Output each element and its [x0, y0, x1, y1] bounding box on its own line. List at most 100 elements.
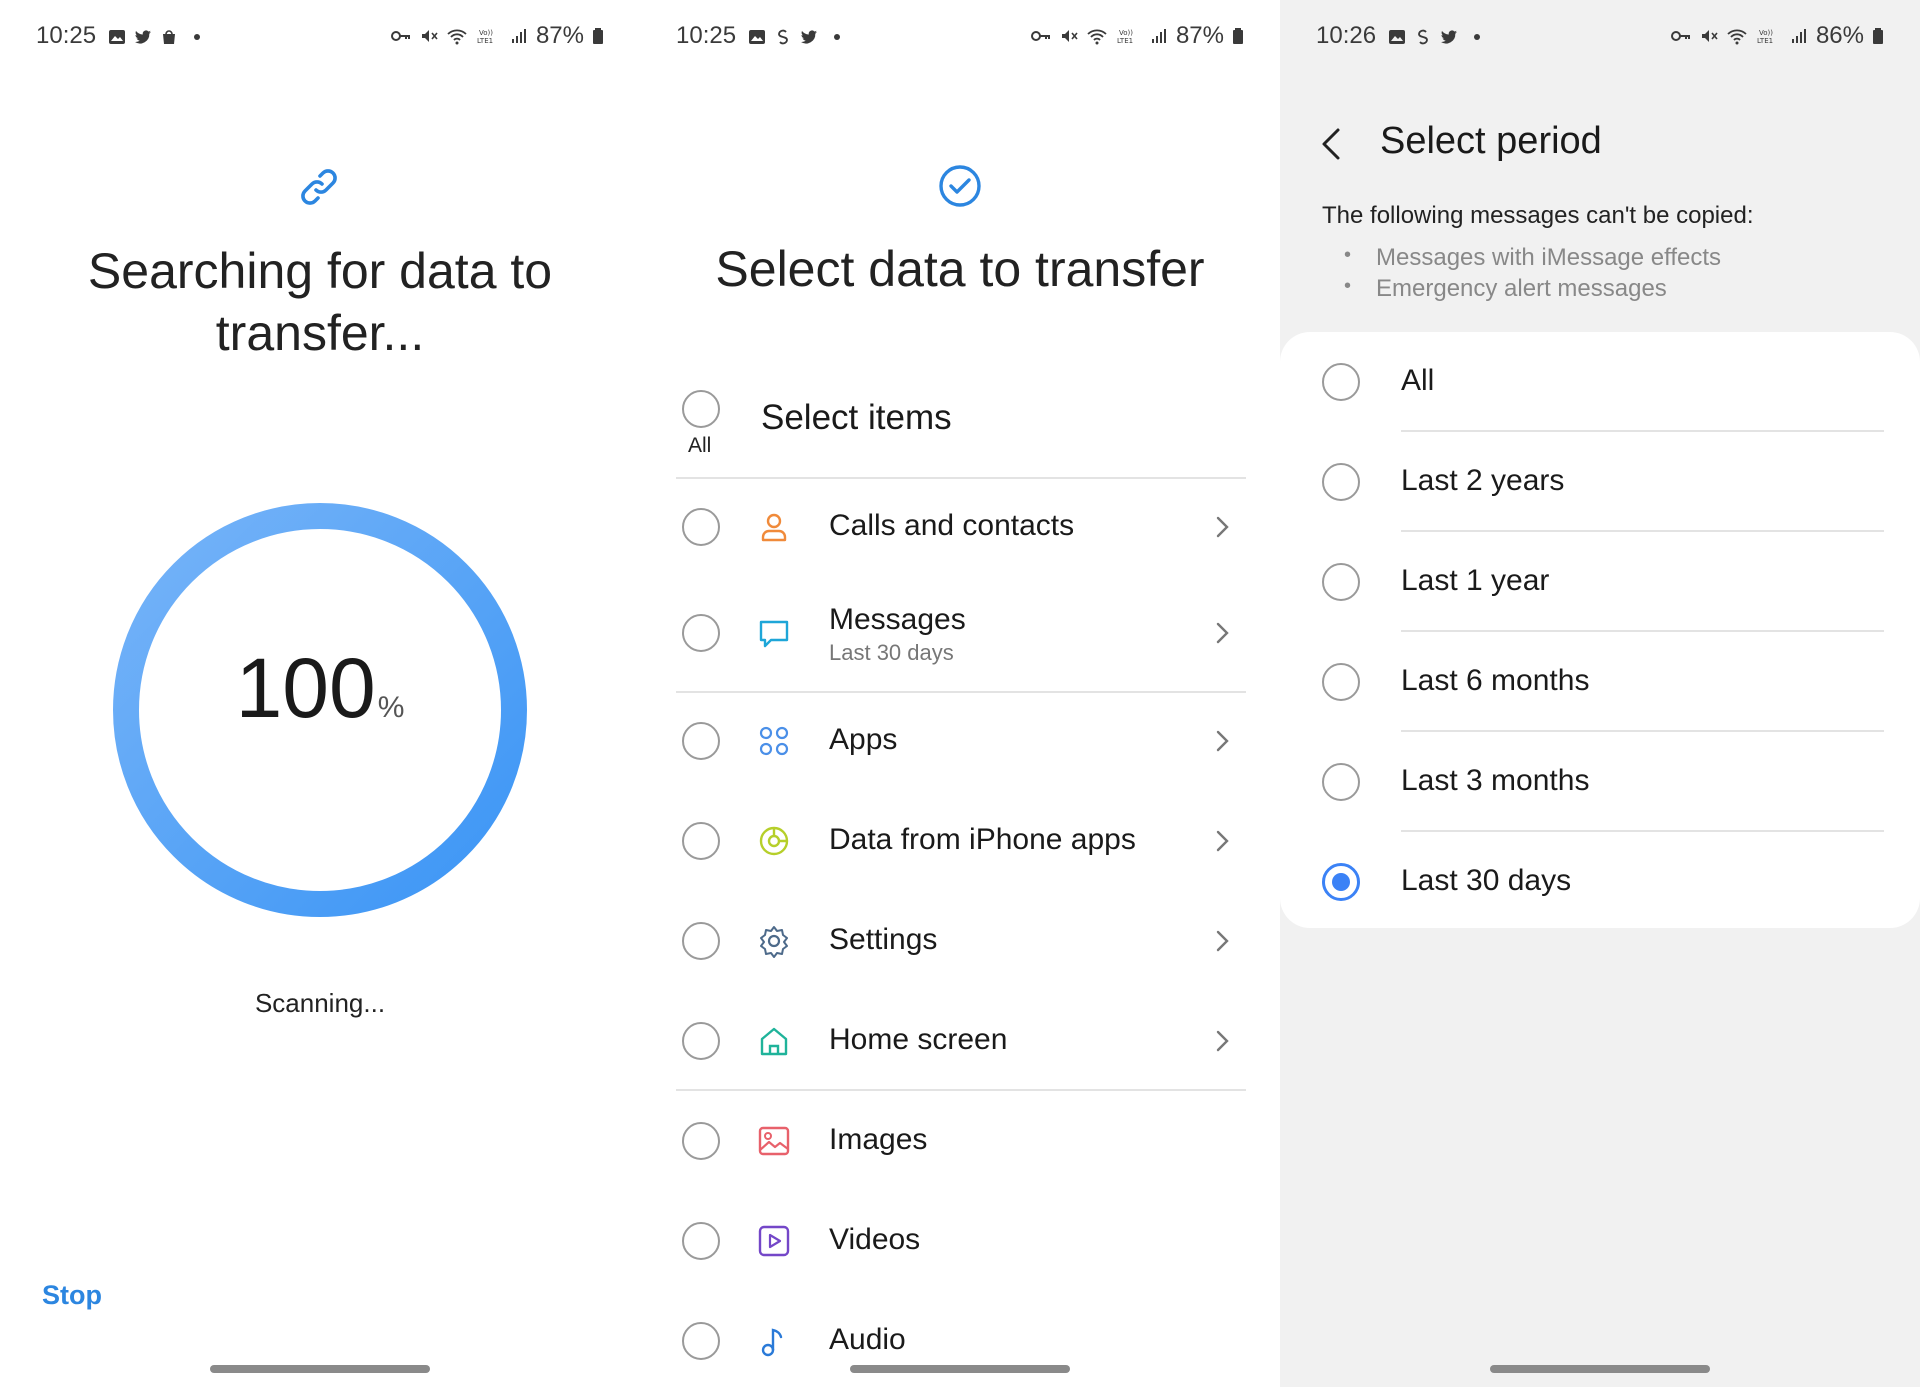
- page-title: Select data to transfer: [715, 241, 1205, 297]
- message-icon: [759, 620, 789, 648]
- notification-dot: [1474, 34, 1480, 40]
- period-radio[interactable]: [1322, 363, 1360, 401]
- item-radio[interactable]: [682, 508, 720, 546]
- notification-dot: [194, 34, 200, 40]
- period-option-last-2-years[interactable]: Last 2 years: [1280, 432, 1920, 532]
- select-data-screen: 10:25 Vo)) LTE1 87% Select data to transf…: [640, 0, 1280, 1387]
- item-radio[interactable]: [682, 922, 720, 960]
- home-indicator[interactable]: [210, 1365, 430, 1373]
- mute-icon: [1701, 30, 1718, 42]
- item-label: Data from iPhone apps: [829, 823, 1136, 856]
- progress-percentage: 100%: [113, 640, 527, 737]
- list-item-images[interactable]: Images: [640, 1101, 1280, 1181]
- divider: [676, 691, 1246, 693]
- link-icon: [301, 169, 337, 205]
- vpn-key-icon: [390, 31, 410, 41]
- list-item-messages[interactable]: Messages Last 30 days: [640, 593, 1280, 693]
- period-label: Last 30 days: [1401, 864, 1572, 897]
- progress-unit: %: [377, 691, 405, 724]
- period-label: All: [1401, 364, 1435, 397]
- list-item-calls-and-contacts[interactable]: Calls and contacts: [640, 487, 1280, 567]
- divider: [676, 1089, 1246, 1091]
- chevron-right-icon[interactable]: [1210, 1027, 1234, 1055]
- period-options-card: All Last 2 years Last 1 year Last 6 mont…: [1280, 332, 1920, 928]
- home-indicator[interactable]: [1490, 1365, 1710, 1373]
- restriction-item: Emergency alert messages: [1342, 275, 1721, 306]
- smart-switch-icon: [1418, 29, 1428, 45]
- gear-icon: [760, 926, 788, 958]
- period-option-all[interactable]: All: [1280, 332, 1920, 432]
- back-arrow-icon[interactable]: [1316, 124, 1346, 164]
- mute-icon: [1061, 30, 1078, 42]
- searching-screen: 10:25 Vo)) LTE1 87% Searching for data to…: [0, 0, 640, 1387]
- item-sublabel: Last 30 days: [829, 640, 954, 665]
- period-radio[interactable]: [1322, 763, 1360, 801]
- chevron-right-icon[interactable]: [1210, 619, 1234, 647]
- item-label: Messages: [829, 603, 966, 636]
- list-item-data-from-iphone-apps[interactable]: Data from iPhone apps: [640, 801, 1280, 881]
- restriction-list: Messages with iMessage effects Emergency…: [1342, 244, 1721, 306]
- battery-level: 86%: [1815, 22, 1864, 49]
- item-radio[interactable]: [682, 1122, 720, 1160]
- period-label: Last 3 months: [1401, 764, 1590, 797]
- select-all-radio[interactable]: [682, 390, 720, 428]
- chevron-right-icon[interactable]: [1210, 827, 1234, 855]
- twitter-icon: [801, 30, 817, 44]
- mute-icon: [421, 30, 438, 42]
- item-label: Apps: [829, 723, 898, 756]
- period-option-last-3-months[interactable]: Last 3 months: [1280, 732, 1920, 832]
- battery-level: 87%: [535, 22, 584, 49]
- status-bar: 10:26 Vo)) LTE1 86%: [1280, 22, 1920, 54]
- item-radio[interactable]: [682, 1322, 720, 1360]
- period-radio-selected[interactable]: [1322, 863, 1360, 901]
- list-item-videos[interactable]: Videos: [640, 1201, 1280, 1281]
- period-label: Last 6 months: [1401, 664, 1590, 697]
- svg-text:Vo)): Vo)): [479, 29, 493, 37]
- chevron-right-icon[interactable]: [1210, 927, 1234, 955]
- item-label: Home screen: [829, 1023, 1008, 1056]
- scanning-status: Scanning...: [254, 988, 386, 1018]
- list-item-apps[interactable]: Apps: [640, 701, 1280, 781]
- chevron-right-icon[interactable]: [1210, 727, 1234, 755]
- period-option-last-6-months[interactable]: Last 6 months: [1280, 632, 1920, 732]
- gallery-icon: [1389, 30, 1405, 44]
- item-label: Images: [829, 1123, 928, 1156]
- video-icon: [758, 1225, 790, 1257]
- wifi-icon: [447, 29, 467, 45]
- status-bar: 10:25 Vo)) LTE1 87%: [640, 22, 1280, 54]
- svg-text:Vo)): Vo)): [1119, 29, 1133, 37]
- wifi-icon: [1727, 29, 1747, 45]
- item-radio[interactable]: [682, 822, 720, 860]
- shopping-bag-icon: [163, 30, 175, 44]
- svg-text:LTE1: LTE1: [1117, 37, 1133, 45]
- item-label: Calls and contacts: [829, 509, 1075, 542]
- period-option-last-1-year[interactable]: Last 1 year: [1280, 532, 1920, 632]
- person-icon: [761, 513, 787, 542]
- item-label: Audio: [829, 1323, 906, 1356]
- chevron-right-icon[interactable]: [1210, 513, 1234, 541]
- period-radio[interactable]: [1322, 663, 1360, 701]
- divider: [676, 477, 1246, 479]
- svg-text:LTE1: LTE1: [1757, 37, 1773, 45]
- restriction-item: Messages with iMessage effects: [1342, 244, 1721, 275]
- item-radio[interactable]: [682, 1022, 720, 1060]
- item-radio[interactable]: [682, 722, 720, 760]
- period-radio[interactable]: [1322, 563, 1360, 601]
- stop-button[interactable]: Stop: [42, 1280, 102, 1311]
- image-icon: [758, 1126, 790, 1156]
- list-item-settings[interactable]: Settings: [640, 901, 1280, 981]
- home-indicator[interactable]: [850, 1365, 1070, 1373]
- select-items-heading: Select items: [761, 398, 952, 437]
- list-item-home-screen[interactable]: Home screen: [640, 1001, 1280, 1081]
- status-bar: 10:25 Vo)) LTE1 87%: [0, 22, 640, 54]
- battery-level: 87%: [1175, 22, 1224, 49]
- progress-value: 100: [235, 641, 376, 735]
- period-option-last-30-days[interactable]: Last 30 days: [1280, 832, 1920, 932]
- status-time: 10:25: [36, 22, 97, 49]
- notification-dot: [834, 34, 840, 40]
- period-label: Last 1 year: [1401, 564, 1550, 597]
- period-radio[interactable]: [1322, 463, 1360, 501]
- item-radio[interactable]: [682, 614, 720, 652]
- item-radio[interactable]: [682, 1222, 720, 1260]
- status-time: 10:26: [1316, 22, 1377, 49]
